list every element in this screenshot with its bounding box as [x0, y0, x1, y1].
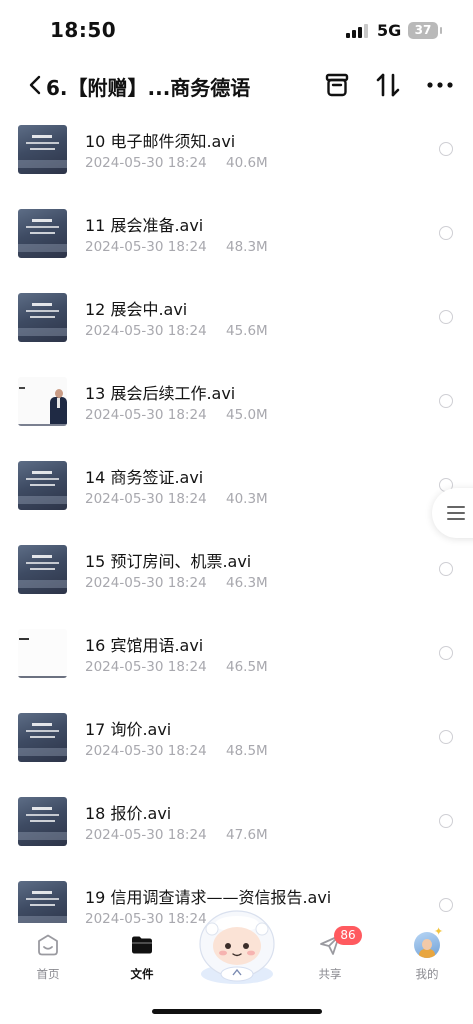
file-date: 2024-05-30 18:24: [85, 743, 207, 759]
back-chevron-icon[interactable]: [26, 72, 46, 98]
select-checkbox[interactable]: [439, 814, 453, 828]
status-time: 18:50: [50, 18, 117, 42]
file-date: 2024-05-30 18:24: [85, 575, 207, 591]
video-thumbnail: [18, 629, 67, 678]
file-row[interactable]: 16 宾馆用语.avi 2024-05-30 18:24 46.5M: [0, 612, 473, 696]
file-date: 2024-05-30 18:24: [85, 827, 207, 843]
file-size: 45.0M: [226, 407, 268, 423]
video-thumbnail: [18, 377, 67, 426]
file-date: 2024-05-30 18:24: [85, 491, 207, 507]
tab-label: 首页: [36, 967, 60, 981]
file-name: 17 询价.avi: [85, 720, 172, 739]
file-date: 2024-05-30 18:24: [85, 659, 207, 675]
video-thumbnail: [18, 545, 67, 594]
file-size: 47.6M: [226, 827, 268, 843]
file-name: 10 电子邮件须知.avi: [85, 132, 236, 151]
select-checkbox[interactable]: [439, 394, 453, 408]
sort-icon[interactable]: [373, 70, 403, 100]
select-checkbox[interactable]: [439, 142, 453, 156]
file-row[interactable]: 18 报价.avi 2024-05-30 18:24 47.6M: [0, 780, 473, 864]
tab-profile[interactable]: ✦ 我的: [397, 925, 457, 985]
select-checkbox[interactable]: [439, 562, 453, 576]
video-thumbnail: [18, 713, 67, 762]
file-row[interactable]: 13 展会后续工作.avi 2024-05-30 18:24 45.0M: [0, 360, 473, 444]
tab-files[interactable]: 文件: [112, 933, 172, 985]
file-name: 14 商务签证.avi: [85, 468, 204, 487]
file-date: 2024-05-30 18:24: [85, 407, 207, 423]
network-type: 5G: [377, 21, 402, 40]
file-name: 16 宾馆用语.avi: [85, 636, 204, 655]
tab-label: 文件: [130, 967, 154, 981]
file-name: 12 展会中.avi: [85, 300, 188, 319]
file-row[interactable]: 17 询价.avi 2024-05-30 18:24 48.5M: [0, 696, 473, 780]
window-icon[interactable]: [322, 70, 352, 100]
file-size: 46.5M: [226, 659, 268, 675]
video-thumbnail: [18, 293, 67, 342]
folder-icon: [132, 936, 152, 954]
tab-label: 共享: [318, 967, 342, 981]
tab-share[interactable]: 86 共享: [300, 926, 362, 985]
file-row[interactable]: 11 展会准备.avi 2024-05-30 18:24 48.3M: [0, 192, 473, 276]
file-name: 15 预订房间、机票.avi: [85, 552, 252, 571]
video-thumbnail: [18, 797, 67, 846]
file-row[interactable]: 14 商务签证.avi 2024-05-30 18:24 40.3M: [0, 444, 473, 528]
file-size: 48.5M: [226, 743, 268, 759]
home-face-icon: [38, 934, 58, 956]
file-list: 10 电子邮件须知.avi 2024-05-30 18:24 40.6M 11 …: [0, 108, 473, 923]
file-date: 2024-05-30 18:24: [85, 155, 207, 171]
more-options-icon[interactable]: [425, 70, 455, 100]
nav-bar: 6.【附赠】...商务德语: [0, 62, 473, 108]
select-checkbox[interactable]: [439, 226, 453, 240]
file-name: 18 报价.avi: [85, 804, 172, 823]
video-thumbnail: [18, 209, 67, 258]
video-thumbnail: [18, 881, 67, 923]
notification-badge: 86: [334, 926, 362, 945]
file-row[interactable]: 12 展会中.avi 2024-05-30 18:24 45.6M: [0, 276, 473, 360]
video-thumbnail: [18, 461, 67, 510]
file-size: 46.3M: [226, 575, 268, 591]
file-size: 48.3M: [226, 239, 268, 255]
status-bar: 18:50 5G 37: [0, 0, 473, 62]
tab-home[interactable]: 首页: [18, 933, 78, 985]
file-date: 2024-05-30 18:24: [85, 239, 207, 255]
file-size: 40.3M: [226, 491, 268, 507]
file-name: 11 展会准备.avi: [85, 216, 204, 235]
sparkle-icon: ✦: [434, 925, 444, 938]
select-checkbox[interactable]: [439, 310, 453, 324]
file-date: 2024-05-30 18:24: [85, 323, 207, 339]
file-row[interactable]: 10 电子邮件须知.avi 2024-05-30 18:24 40.6M: [0, 108, 473, 192]
page-title: 6.【附赠】...商务德语: [46, 76, 251, 100]
select-checkbox[interactable]: [439, 730, 453, 744]
select-checkbox[interactable]: [439, 898, 453, 912]
assistant-mascot-button[interactable]: [192, 904, 282, 986]
file-date: 2024-05-30 18:24: [85, 911, 207, 923]
select-checkbox[interactable]: [439, 646, 453, 660]
home-indicator: [152, 1009, 322, 1014]
tab-label: 我的: [415, 967, 439, 981]
file-row[interactable]: 15 预订房间、机票.avi 2024-05-30 18:24 46.3M: [0, 528, 473, 612]
signal-icon: [346, 24, 368, 38]
file-size: 40.6M: [226, 155, 268, 171]
battery-icon: 37: [408, 22, 442, 39]
video-thumbnail: [18, 125, 67, 174]
file-size: 45.6M: [226, 323, 268, 339]
file-name: 13 展会后续工作.avi: [85, 384, 236, 403]
